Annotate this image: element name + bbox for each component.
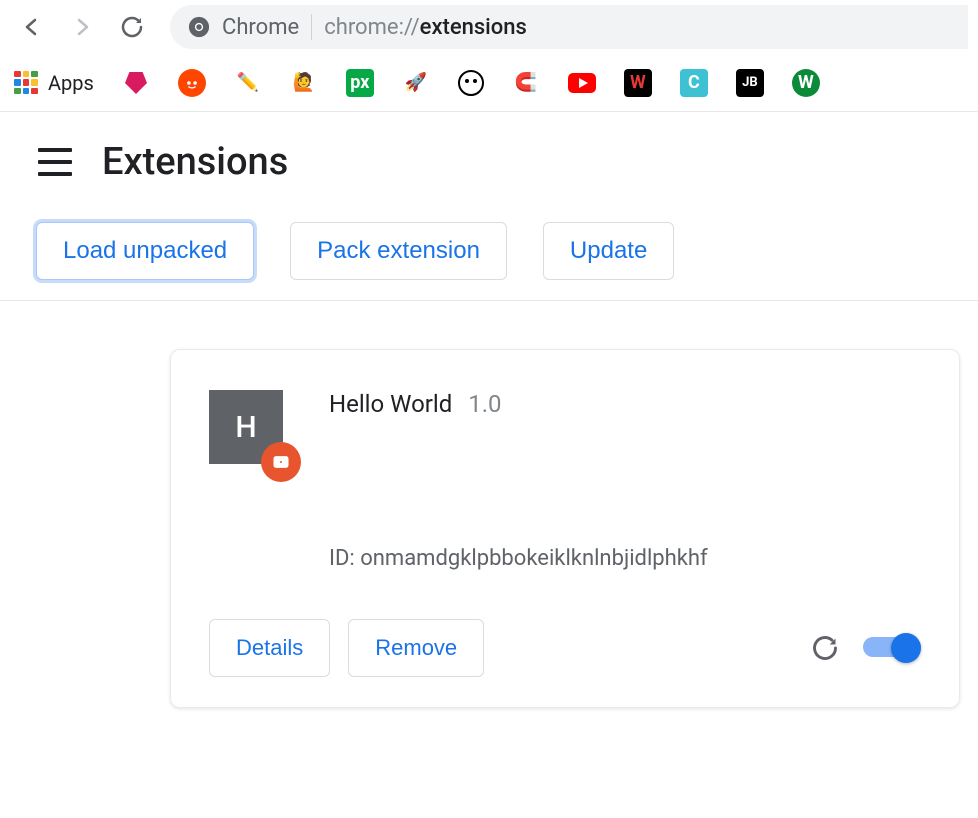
omnibox[interactable]: Chrome chrome://extensions bbox=[170, 5, 968, 49]
chrome-icon bbox=[188, 16, 210, 38]
bookmark-item[interactable]: px bbox=[346, 69, 374, 97]
bookmark-item[interactable]: 🚀 bbox=[402, 69, 430, 97]
reload-extension-button[interactable] bbox=[805, 628, 845, 668]
reload-page-button[interactable] bbox=[110, 5, 154, 49]
bookmark-item[interactable] bbox=[458, 70, 484, 96]
reddit-icon bbox=[178, 69, 206, 97]
apps-grid-icon bbox=[14, 71, 38, 95]
youtube-icon bbox=[568, 69, 596, 97]
w-green-icon: W bbox=[792, 69, 820, 97]
omnibox-url-scheme: chrome:// bbox=[324, 15, 419, 40]
extension-id-value: onmamdgklpbbokeiklknlnbjidlphkhf bbox=[360, 546, 707, 571]
pink-diamond-icon bbox=[122, 69, 150, 97]
details-button[interactable]: Details bbox=[209, 619, 330, 677]
bookmarks-bar: Apps ✏️ 🙋 px 🚀 🧲 W C JB W bbox=[0, 54, 978, 112]
page-title: Extensions bbox=[102, 140, 288, 184]
extension-id-label: ID: bbox=[329, 546, 355, 571]
person-icon: 🙋 bbox=[290, 69, 318, 97]
px-green-icon: px bbox=[346, 69, 374, 97]
c-teal-icon: C bbox=[680, 69, 708, 97]
w-black-icon: W bbox=[624, 69, 652, 97]
magnet-icon: 🧲 bbox=[512, 69, 540, 97]
bookmark-item[interactable]: C bbox=[680, 69, 708, 97]
remove-button[interactable]: Remove bbox=[348, 619, 484, 677]
bookmark-item[interactable] bbox=[568, 69, 596, 97]
bookmark-item[interactable] bbox=[178, 69, 206, 97]
omnibox-url-path: extensions bbox=[420, 15, 527, 40]
bookmark-item[interactable]: 🙋 bbox=[290, 69, 318, 97]
extension-icon: H bbox=[209, 390, 283, 464]
rocket-icon: 🚀 bbox=[402, 69, 430, 97]
extension-card: H Hello World 1.0 ID: onmamdgklpbbokeikl… bbox=[170, 349, 960, 708]
face-bw-icon bbox=[458, 70, 484, 96]
load-unpacked-button[interactable]: Load unpacked bbox=[36, 222, 254, 280]
extension-name: Hello World bbox=[329, 390, 452, 418]
extension-version: 1.0 bbox=[468, 390, 501, 418]
omnibox-separator bbox=[311, 14, 312, 40]
unpacked-badge-icon bbox=[261, 442, 301, 482]
bookmark-item[interactable]: ✏️ bbox=[234, 69, 262, 97]
bookmark-item[interactable]: W bbox=[624, 69, 652, 97]
bookmark-apps-label: Apps bbox=[48, 71, 94, 95]
pack-extension-button[interactable]: Pack extension bbox=[290, 222, 507, 280]
jb-black-icon: JB bbox=[736, 69, 764, 97]
bookmark-item[interactable]: 🧲 bbox=[512, 69, 540, 97]
forward-button[interactable] bbox=[60, 5, 104, 49]
omnibox-app-name: Chrome bbox=[222, 15, 299, 40]
menu-button[interactable] bbox=[38, 148, 72, 176]
bookmark-apps[interactable]: Apps bbox=[14, 71, 94, 95]
bookmark-item[interactable]: W bbox=[792, 69, 820, 97]
pencil-icon: ✏️ bbox=[234, 69, 262, 97]
back-button[interactable] bbox=[10, 5, 54, 49]
bookmark-item[interactable] bbox=[122, 69, 150, 97]
enable-toggle[interactable] bbox=[863, 633, 921, 663]
update-button[interactable]: Update bbox=[543, 222, 674, 280]
bookmark-item[interactable]: JB bbox=[736, 69, 764, 97]
